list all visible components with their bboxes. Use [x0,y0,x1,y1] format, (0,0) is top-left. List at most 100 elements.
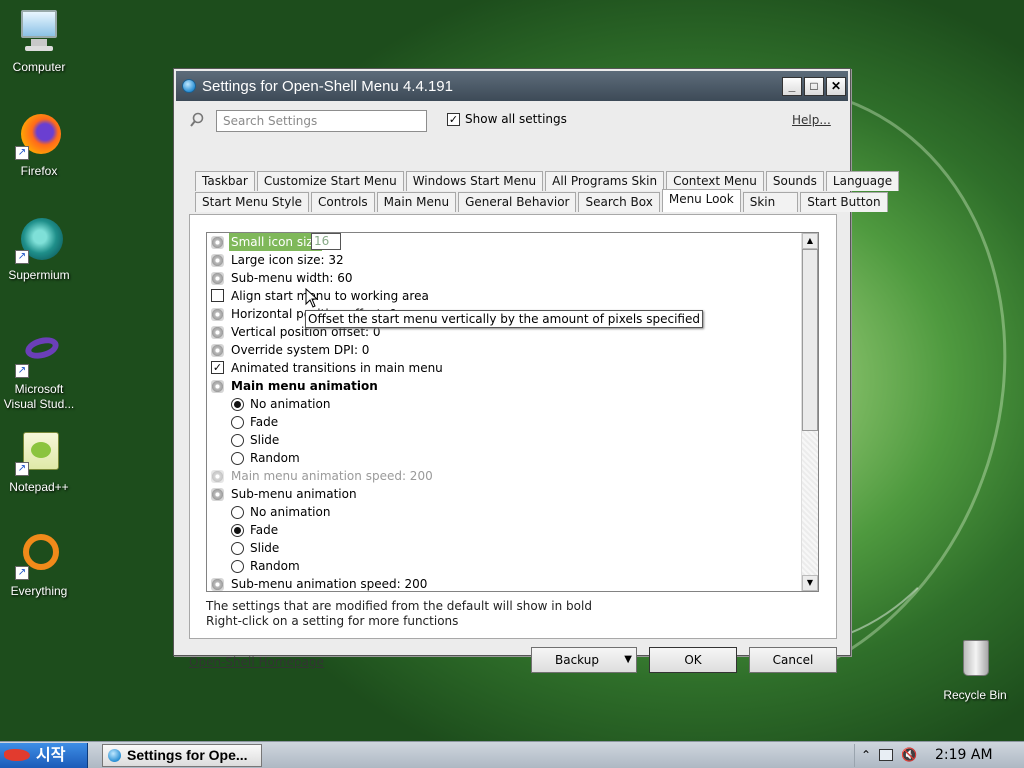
setting-label: Large icon size: 32 [231,253,344,267]
align-checkbox[interactable] [211,289,224,302]
radio-label: Fade [250,415,279,429]
search-input[interactable]: Search Settings [216,110,427,132]
tab-search-box[interactable]: Search Box [578,192,660,212]
desktop-icon-computer[interactable]: Computer [0,8,78,75]
network-icon[interactable] [879,749,893,761]
tab-all-programs-skin[interactable]: All Programs Skin [545,171,665,191]
list-scrollbar[interactable]: ▲ ▼ [801,233,818,591]
desktop-icon-label: Computer [12,60,66,74]
setting-small-icon-size[interactable]: Small icon size 16 [207,233,802,251]
help-link[interactable]: Help... [792,113,831,127]
tab-controls[interactable]: Controls [311,192,375,212]
taskbar-item-label: Settings for Ope... [127,747,248,763]
desktop-icon-visual-studio[interactable]: ↗ Microsoft Visual Stud... [0,330,78,412]
search-icon [190,112,204,127]
desktop-icon-supermium[interactable]: ↗ Supermium [0,216,78,283]
desktop-icon-firefox[interactable]: ↗ Firefox [0,112,78,179]
tab-sounds[interactable]: Sounds [765,171,824,191]
tab-windows-start-menu[interactable]: Windows Start Menu [405,171,544,191]
setting-label: Align start menu to working area [231,289,429,303]
setting-gear-icon [211,308,224,321]
tab-language[interactable]: Language [825,171,900,191]
system-tray: ⌃ 🔇 2:19 AM [854,744,1024,767]
tab-customize-start-menu[interactable]: Customize Start Menu [256,171,404,191]
radio-label: Random [250,451,300,465]
ok-button[interactable]: OK [649,647,737,673]
clock[interactable]: 2:19 AM [935,744,993,767]
setting-gear-icon [211,578,224,591]
cancel-button[interactable]: Cancel [749,647,837,673]
radio-slide[interactable] [231,434,244,447]
tab-context-menu[interactable]: Context Menu [666,171,764,191]
setting-label: Sub-menu animation [231,487,357,501]
radio-no-animation[interactable] [231,398,244,411]
note-bold-settings: The settings that are modified from the … [206,599,592,613]
setting-gear-icon [211,236,224,249]
radio-fade[interactable] [231,416,244,429]
radio-slide[interactable] [231,542,244,555]
setting-label: Sub-menu animation speed: 200 [231,577,428,591]
radio-label: No animation [250,505,331,519]
dropdown-arrow-icon: ▼ [624,654,632,665]
notepadpp-icon: ↗ [15,428,63,476]
setting-tooltip: Offset the start menu vertically by the … [305,310,703,328]
setting-gear-icon [211,380,224,393]
desktop-icon-label: Microsoft Visual Stud... [3,382,75,411]
backup-label: Backup [555,653,599,667]
desktop-icon-label: Recycle Bin [943,688,1007,702]
tab-skin[interactable]: Skin [742,192,799,212]
radio-random[interactable] [231,560,244,573]
start-button[interactable]: 시작 [0,743,88,768]
setting-label: Override system DPI: 0 [231,343,370,357]
close-button[interactable]: ✕ [826,76,846,96]
tab-menu-look[interactable]: Menu Look [661,189,741,212]
shortcut-arrow-icon: ↗ [15,364,29,378]
scroll-thumb[interactable] [802,249,818,431]
animated-transitions-checkbox[interactable]: ✓ [211,361,224,374]
tab-row-2: Start Menu Style Controls Main Menu Gene… [195,189,890,212]
radio-random[interactable] [231,452,244,465]
minimize-button[interactable]: _ [782,76,802,96]
title-bar[interactable]: Settings for Open-Shell Menu 4.4.191 _ □… [176,71,848,101]
backup-button[interactable]: Backup ▼ [531,647,637,673]
small-icon-size-field[interactable]: 16 [311,233,341,250]
setting-label: Animated transitions in main menu [231,361,443,375]
tab-start-button[interactable]: Start Button [800,192,888,212]
mouse-cursor-icon [305,288,319,308]
visual-studio-icon: ↗ [15,330,63,378]
taskbar-item-settings[interactable]: Settings for Ope... [102,744,262,767]
scroll-down-button[interactable]: ▼ [802,575,818,591]
desktop-icon-notepadpp[interactable]: ↗ Notepad++ [0,428,78,495]
everything-icon: ↗ [15,532,63,580]
radio-fade[interactable] [231,524,244,537]
setting-label: Sub-menu width: 60 [231,271,353,285]
start-label: 시작 [36,745,66,764]
recycle-bin-icon [951,636,999,684]
taskbar: 시작 Settings for Ope... ⌃ 🔇 2:19 AM [0,741,1024,768]
shortcut-arrow-icon: ↗ [15,462,29,476]
desktop-icon-recycle-bin[interactable]: Recycle Bin [936,636,1014,703]
open-shell-icon [182,79,196,93]
volume-icon[interactable]: 🔇 [901,744,917,767]
desktop-icon-label: Firefox [20,164,58,178]
radio-no-animation[interactable] [231,506,244,519]
tab-start-menu-style[interactable]: Start Menu Style [195,192,310,212]
start-logo-icon [4,749,30,761]
note-right-click: Right-click on a setting for more functi… [206,614,459,628]
setting-label: Main menu animation [231,379,378,393]
settings-list: Small icon size 16 Large icon size: 32 S… [206,232,819,592]
window-title: Settings for Open-Shell Menu 4.4.191 [202,77,453,95]
tab-general-behavior[interactable]: General Behavior [458,192,577,212]
tab-taskbar[interactable]: Taskbar [195,171,255,191]
show-all-checkbox[interactable]: ✓ [447,113,460,126]
settings-window: Settings for Open-Shell Menu 4.4.191 _ □… [173,68,900,673]
tab-main-menu[interactable]: Main Menu [376,192,457,212]
desktop-icon-everything[interactable]: ↗ Everything [0,532,78,599]
tray-expand-icon[interactable]: ⌃ [861,744,871,767]
scroll-up-button[interactable]: ▲ [802,233,818,249]
homepage-link[interactable]: Open-Shell Homepage [189,655,324,669]
supermium-icon: ↗ [15,216,63,264]
desktop-icon-label: Notepad++ [9,480,69,494]
desktop-icon-label: Supermium [8,268,70,282]
maximize-button[interactable]: □ [804,76,824,96]
